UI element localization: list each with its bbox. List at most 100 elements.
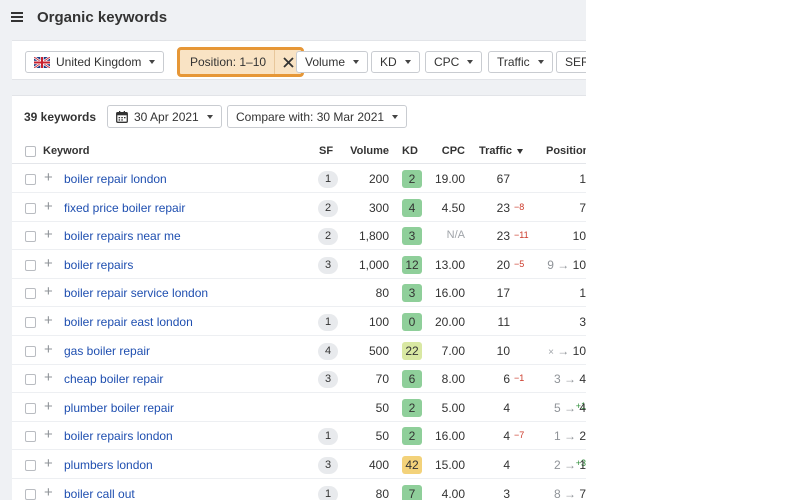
previous-position: 9 — [547, 257, 554, 272]
position-cell: 10 — [573, 229, 586, 243]
table-row[interactable]: + boiler repairs london 1 50 2 16.00 4 −7 1 → 2 — [12, 422, 586, 451]
serp-features-badge[interactable]: 3 — [318, 457, 338, 474]
table-row[interactable]: + boiler repair east london 1 100 0 20.00 11 3 — [12, 308, 586, 336]
arrow-right-icon: → — [560, 486, 580, 500]
table-row[interactable]: + boiler repair london 1 200 2 19.00 67 1 — [12, 165, 586, 193]
keyword-link[interactable]: plumbers london — [64, 458, 153, 472]
cpc-filter[interactable]: CPC — [425, 51, 483, 73]
row-checkbox[interactable] — [25, 202, 36, 214]
organic-keywords-panel: Organic keywords United Kingdom Position… — [0, 0, 586, 500]
column-sf[interactable]: SF — [319, 145, 333, 157]
table-row[interactable]: + fixed price boiler repair 2 300 4 4.50 23 −8 7 — [12, 194, 586, 222]
kd-badge: 4 — [402, 198, 422, 217]
keyword-link[interactable]: gas boiler repair — [64, 344, 150, 358]
position-filter-chip[interactable]: Position: 1–10 — [177, 47, 304, 77]
date-select[interactable]: 30 Apr 2021 — [107, 105, 222, 128]
keyword-link[interactable]: boiler repair east london — [64, 315, 193, 329]
cpc-value: 13.00 — [434, 257, 465, 272]
table-row[interactable]: + gas boiler repair 4 500 22 7.00 10 × → 10 — [12, 337, 586, 365]
serp-features-badge[interactable]: 1 — [318, 314, 338, 331]
add-keyword-icon[interactable]: + — [44, 370, 53, 386]
select-all-checkbox[interactable] — [25, 146, 36, 157]
kd-badge: 6 — [402, 370, 422, 389]
column-volume[interactable]: Volume — [350, 145, 389, 157]
table-row[interactable]: + boiler repairs near me 2 1,800 3 N/A 23 −11 10 — [12, 222, 586, 251]
keyword-link[interactable]: fixed price boiler repair — [64, 201, 185, 215]
hamburger-menu-icon[interactable] — [11, 12, 23, 22]
serp-features-badge[interactable]: 1 — [318, 171, 338, 188]
keyword-link[interactable]: plumber boiler repair — [64, 401, 174, 415]
cpc-value: 5.00 — [441, 400, 465, 415]
keyword-link[interactable]: boiler repair service london — [64, 286, 208, 300]
kd-badge: 2 — [402, 427, 422, 446]
serp-features-badge[interactable]: 2 — [318, 228, 338, 246]
table-row[interactable]: + plumbers london 3 400 42 15.00 4 +3 2 → 1 — [12, 451, 586, 479]
row-checkbox[interactable] — [25, 231, 36, 243]
serp-features-badge[interactable]: 1 — [318, 428, 338, 446]
add-keyword-icon[interactable]: + — [44, 170, 53, 186]
column-kd[interactable]: KD — [402, 145, 418, 157]
traffic-value: 11 — [497, 315, 510, 329]
row-checkbox[interactable] — [25, 288, 36, 300]
kd-badge: 7 — [402, 484, 422, 500]
row-checkbox[interactable] — [25, 317, 36, 328]
table-row[interactable]: + boiler call out 1 80 7 4.00 3 8 → 7 — [12, 480, 586, 500]
add-keyword-icon[interactable]: + — [44, 456, 53, 472]
add-keyword-icon[interactable]: + — [44, 427, 53, 443]
serp-features-badge[interactable]: 2 — [318, 199, 338, 217]
add-keyword-icon[interactable]: + — [44, 398, 53, 415]
row-checkbox[interactable] — [25, 174, 36, 185]
column-traffic-label: Traffic — [479, 145, 513, 157]
volume-value: 200 — [368, 172, 389, 186]
row-checkbox[interactable] — [25, 460, 36, 471]
serp-features-badge[interactable]: 1 — [318, 485, 338, 500]
table-row[interactable]: + plumber boiler repair 50 2 5.00 4 +1 5 → 4 — [12, 394, 586, 422]
position-cell: 2 → 1 — [554, 458, 586, 472]
add-keyword-icon[interactable]: + — [44, 313, 53, 329]
table-row[interactable]: + boiler repair service london 80 3 16.00 17 1 — [12, 279, 586, 308]
table-header: Keyword SF Volume KD CPC Traffic Positio… — [12, 140, 586, 164]
keyword-link[interactable]: boiler repair london — [64, 172, 167, 186]
filter-bar: United Kingdom Position: 1–10 Volume KD … — [12, 40, 586, 80]
chevron-down-icon — [392, 114, 399, 119]
current-position: 10 — [572, 257, 586, 272]
keyword-link[interactable]: boiler repairs near me — [64, 229, 181, 243]
column-traffic[interactable]: Traffic — [479, 145, 524, 157]
column-cpc[interactable]: CPC — [442, 145, 465, 157]
row-checkbox[interactable] — [25, 431, 36, 443]
cpc-value: N/A — [446, 229, 465, 242]
add-keyword-icon[interactable]: + — [44, 255, 53, 272]
cpc-value: 20.00 — [434, 315, 465, 329]
serp-features-badge[interactable]: 3 — [318, 371, 338, 389]
add-keyword-icon[interactable]: + — [44, 227, 53, 243]
keyword-link[interactable]: boiler repairs — [64, 258, 133, 272]
serp-features-badge[interactable]: 4 — [318, 342, 338, 360]
compare-select[interactable]: Compare with: 30 Mar 2021 — [227, 105, 408, 128]
row-checkbox[interactable] — [25, 259, 36, 271]
traffic-value: 67 — [496, 172, 510, 186]
serp-features-badge[interactable]: 3 — [318, 256, 338, 274]
row-checkbox[interactable] — [25, 374, 36, 386]
row-checkbox[interactable] — [25, 402, 36, 414]
column-keyword[interactable]: Keyword — [43, 145, 89, 157]
page-title: Organic keywords — [37, 9, 168, 26]
traffic-filter[interactable]: Traffic — [488, 51, 553, 73]
row-checkbox[interactable] — [25, 345, 36, 357]
table-row[interactable]: + cheap boiler repair 3 70 6 8.00 6 −1 3 → 4 — [12, 365, 586, 394]
serp-filter[interactable]: SER — [556, 51, 586, 73]
keyword-link[interactable]: boiler repairs london — [64, 429, 173, 443]
kd-filter[interactable]: KD — [371, 51, 420, 73]
keyword-link[interactable]: cheap boiler repair — [64, 372, 163, 386]
column-position[interactable]: Position — [546, 145, 586, 157]
add-keyword-icon[interactable]: + — [44, 198, 53, 215]
add-keyword-icon[interactable]: + — [44, 284, 53, 300]
add-keyword-icon[interactable]: + — [44, 341, 53, 358]
table-row[interactable]: + boiler repairs 3 1,000 12 13.00 20 −5 9 → 10 — [12, 251, 586, 279]
country-select[interactable]: United Kingdom — [25, 51, 165, 73]
volume-filter[interactable]: Volume — [296, 51, 369, 73]
row-checkbox[interactable] — [25, 488, 36, 500]
volume-value: 100 — [368, 315, 389, 329]
add-keyword-icon[interactable]: + — [44, 484, 53, 500]
keyword-link[interactable]: boiler call out — [64, 487, 135, 500]
traffic-value: 4 — [503, 458, 510, 472]
